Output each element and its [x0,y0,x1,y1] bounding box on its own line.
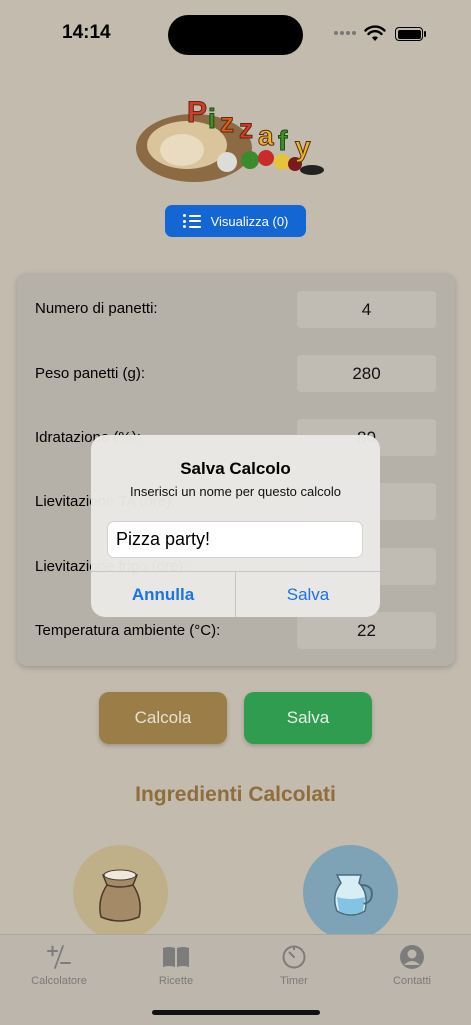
battery-tip [424,31,426,37]
dynamic-island [168,15,303,55]
tab-ricette[interactable]: Ricette [117,935,235,995]
water-jug-icon [334,874,373,916]
person-circle-icon [399,944,425,970]
alert-message: Inserisci un nome per questo calcolo [129,484,341,499]
battery-icon [395,27,423,41]
cancel-button[interactable]: Annulla [91,572,235,617]
alert-title: Salva Calcolo [180,459,291,478]
row-label-temperatura: Temperatura ambiente (°C): [35,622,221,639]
list-icon [182,214,201,228]
tab-contatti[interactable]: Contatti [353,935,471,995]
tab-timer[interactable]: Timer [235,935,353,995]
svg-text:f: f [278,125,288,156]
timer-icon [281,944,307,970]
save-button[interactable]: Salva [244,692,372,744]
svg-text:y: y [295,131,311,162]
panetti-count-field[interactable]: 4 [297,291,436,328]
view-saved-button[interactable]: Visualizza (0) [165,205,306,237]
row-label-peso: Peso panetti (g): [35,365,146,382]
svg-text:i: i [208,103,216,134]
water-ingredient [303,845,398,940]
cellular-signal-icon [334,31,358,37]
save-calculation-alert: Salva Calcolo Inserisci un nome per ques… [91,435,380,617]
tab-ricette-label: Ricette [158,975,194,987]
calculation-name-input[interactable] [107,521,363,558]
ingredients-title: Ingredienti Calcolati [135,783,336,806]
status-time: 14:14 [62,22,111,43]
temperature-field[interactable]: 22 [297,612,436,649]
svg-text:z: z [239,113,253,144]
svg-text:P: P [187,96,207,129]
svg-text:z: z [220,107,234,138]
calculate-button[interactable]: Calcola [99,692,227,744]
pizzafy-logo: P i z z a f y [136,96,324,182]
home-indicator [152,1010,320,1015]
alert-save-button[interactable]: Salva [236,572,380,617]
view-saved-label: Visualizza (0) [210,213,289,229]
plus-minus-icon [45,944,73,970]
book-icon [161,944,191,970]
svg-text:a: a [258,120,274,151]
tab-contatti-label: Contatti [393,975,431,987]
panetti-weight-field[interactable]: 280 [297,355,436,392]
tab-calcolatore[interactable]: Calcolatore [0,935,118,995]
tab-timer-label: Timer [280,975,308,987]
row-label-panetti: Numero di panetti: [35,300,158,317]
wifi-icon [364,25,386,41]
flour-ingredient [73,845,168,940]
flour-sack-icon [99,869,141,922]
tab-calcolatore-label: Calcolatore [31,975,87,987]
